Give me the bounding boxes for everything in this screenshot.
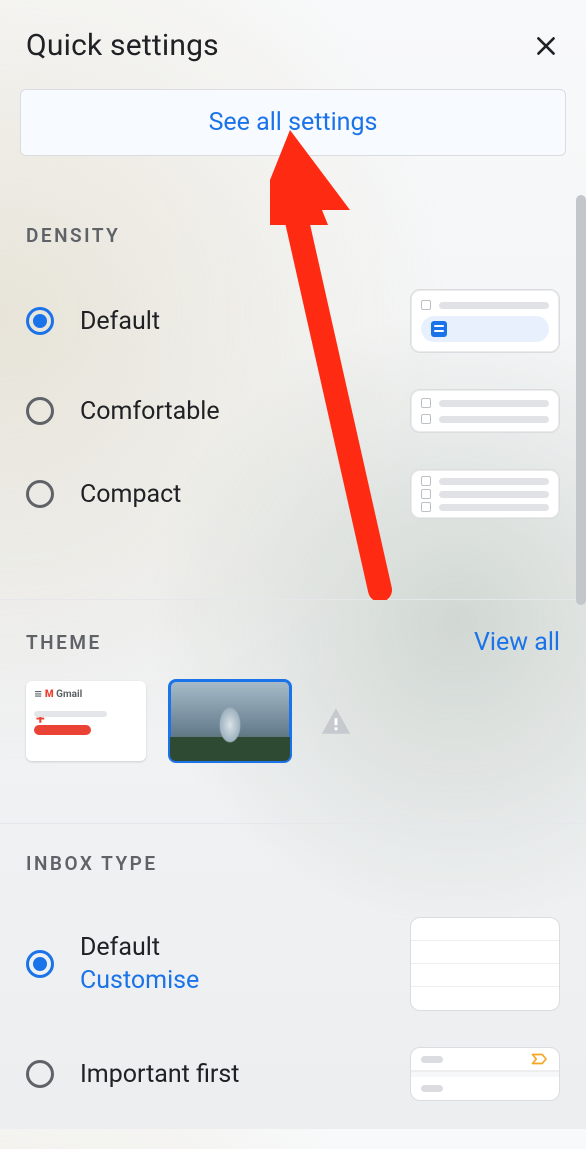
inbox-customise-link[interactable]: Customise (80, 966, 199, 995)
radio-density-compact[interactable] (26, 480, 54, 508)
inbox-label-default: Default (80, 933, 199, 962)
section-theme: THEME View all ≡ M Gmail + (0, 599, 586, 791)
density-label-comfortable: Comfortable (80, 397, 220, 426)
theme-thumb-light[interactable]: ≡ M Gmail + (26, 681, 146, 761)
panel-title: Quick settings (26, 28, 219, 63)
radio-density-default[interactable] (26, 307, 54, 335)
see-all-settings-label: See all settings (209, 108, 378, 137)
theme-title: THEME (26, 631, 102, 654)
density-preview-comfortable (410, 389, 560, 433)
close-button[interactable] (532, 32, 560, 60)
radio-density-comfortable[interactable] (26, 397, 54, 425)
theme-thumb-photo-selected[interactable] (170, 681, 290, 761)
theme-view-all-link[interactable]: View all (474, 628, 560, 657)
inbox-option-default[interactable]: Default Customise (26, 899, 560, 1029)
gmail-logo-icon: ≡ M Gmail (34, 689, 82, 700)
panel-header: Quick settings (0, 0, 586, 79)
radio-inbox-important[interactable] (26, 1060, 54, 1088)
radio-inbox-default[interactable] (26, 950, 54, 978)
density-title: DENSITY (26, 224, 120, 247)
warning-triangle-icon (317, 704, 355, 738)
density-option-default[interactable]: Default (26, 271, 560, 371)
attachment-chip-icon (431, 321, 447, 337)
scrollbar[interactable] (576, 195, 586, 605)
section-inbox-type: INBOX TYPE Default Customise Important f… (0, 823, 586, 1149)
inbox-preview-default (410, 917, 560, 1011)
density-option-comfortable[interactable]: Comfortable (26, 371, 560, 451)
density-preview-default (410, 289, 560, 353)
important-marker-icon (531, 1052, 549, 1066)
inbox-type-title: INBOX TYPE (26, 852, 158, 875)
inbox-preview-important (410, 1047, 560, 1101)
density-label-compact: Compact (80, 480, 181, 509)
inbox-option-important-first[interactable]: Important first (26, 1029, 560, 1119)
inbox-label-important: Important first (80, 1060, 239, 1089)
density-label-default: Default (80, 307, 160, 336)
theme-thumb-high-contrast[interactable] (314, 701, 358, 741)
density-preview-compact (410, 469, 560, 519)
see-all-settings-button[interactable]: See all settings (20, 89, 566, 156)
density-option-compact[interactable]: Compact (26, 451, 560, 537)
close-icon (533, 33, 559, 59)
section-density: DENSITY Default Comfortable Compact (0, 196, 586, 567)
